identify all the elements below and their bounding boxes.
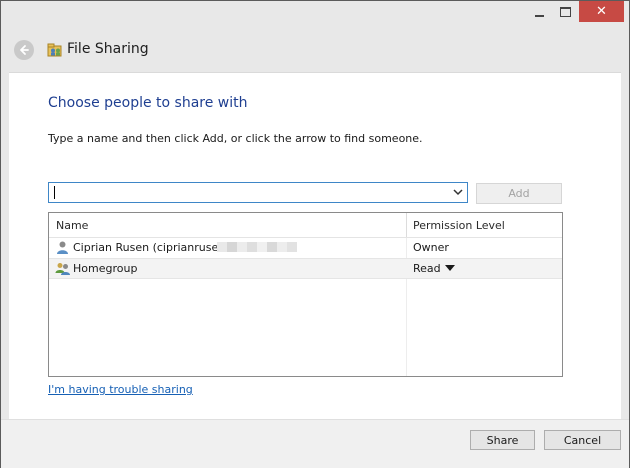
instruction-text: Type a name and then click Add, or click…	[48, 132, 423, 145]
wizard-header: File Sharing	[1, 31, 629, 71]
permission-dropdown[interactable]: Read	[413, 262, 441, 275]
file-sharing-window: ✕ File Sharing Choose people to share wi…	[0, 0, 630, 468]
redacted-email	[217, 242, 297, 252]
maximize-button[interactable]	[552, 1, 578, 22]
content-panel: Choose people to share with Type a name …	[9, 72, 621, 419]
window-title: File Sharing	[67, 41, 149, 57]
page-heading: Choose people to share with	[48, 95, 248, 111]
footer-bar: Share Cancel	[1, 419, 629, 468]
minimize-button[interactable]	[526, 1, 552, 22]
cancel-button[interactable]: Cancel	[544, 430, 621, 450]
list-item[interactable]: Ciprian Rusen (ciprianrusen Owner	[49, 238, 562, 257]
back-button[interactable]	[14, 40, 34, 60]
trouble-sharing-link[interactable]: I'm having trouble sharing	[48, 383, 193, 396]
column-header-permission[interactable]: Permission Level	[413, 219, 505, 232]
permission-level: Owner	[413, 241, 449, 254]
title-bar: ✕	[1, 1, 629, 31]
user-name: Ciprian Rusen (ciprianrusen	[73, 241, 226, 254]
dropdown-button[interactable]	[452, 186, 464, 199]
header-separator[interactable]	[406, 213, 407, 237]
name-combo-box[interactable]	[48, 182, 468, 203]
caret-down-icon[interactable]	[445, 265, 455, 271]
group-name: Homegroup	[73, 262, 138, 275]
homegroup-icon	[55, 263, 70, 275]
add-button[interactable]: Add	[476, 183, 562, 204]
close-icon: ✕	[596, 4, 607, 19]
user-icon	[57, 241, 68, 254]
list-item[interactable]: Homegroup Read	[49, 258, 562, 279]
text-caret	[54, 186, 55, 199]
back-arrow-icon	[20, 45, 29, 55]
share-button[interactable]: Share	[470, 430, 535, 450]
minimize-icon	[534, 14, 544, 17]
sharing-wizard-icon	[47, 43, 62, 57]
list-header: Name Permission Level	[49, 213, 562, 238]
close-button[interactable]: ✕	[579, 1, 624, 22]
column-header-name[interactable]: Name	[56, 219, 88, 232]
chevron-down-icon	[453, 189, 463, 196]
maximize-icon	[559, 6, 571, 17]
share-list: Name Permission Level Ciprian Rusen (cip…	[48, 212, 563, 377]
